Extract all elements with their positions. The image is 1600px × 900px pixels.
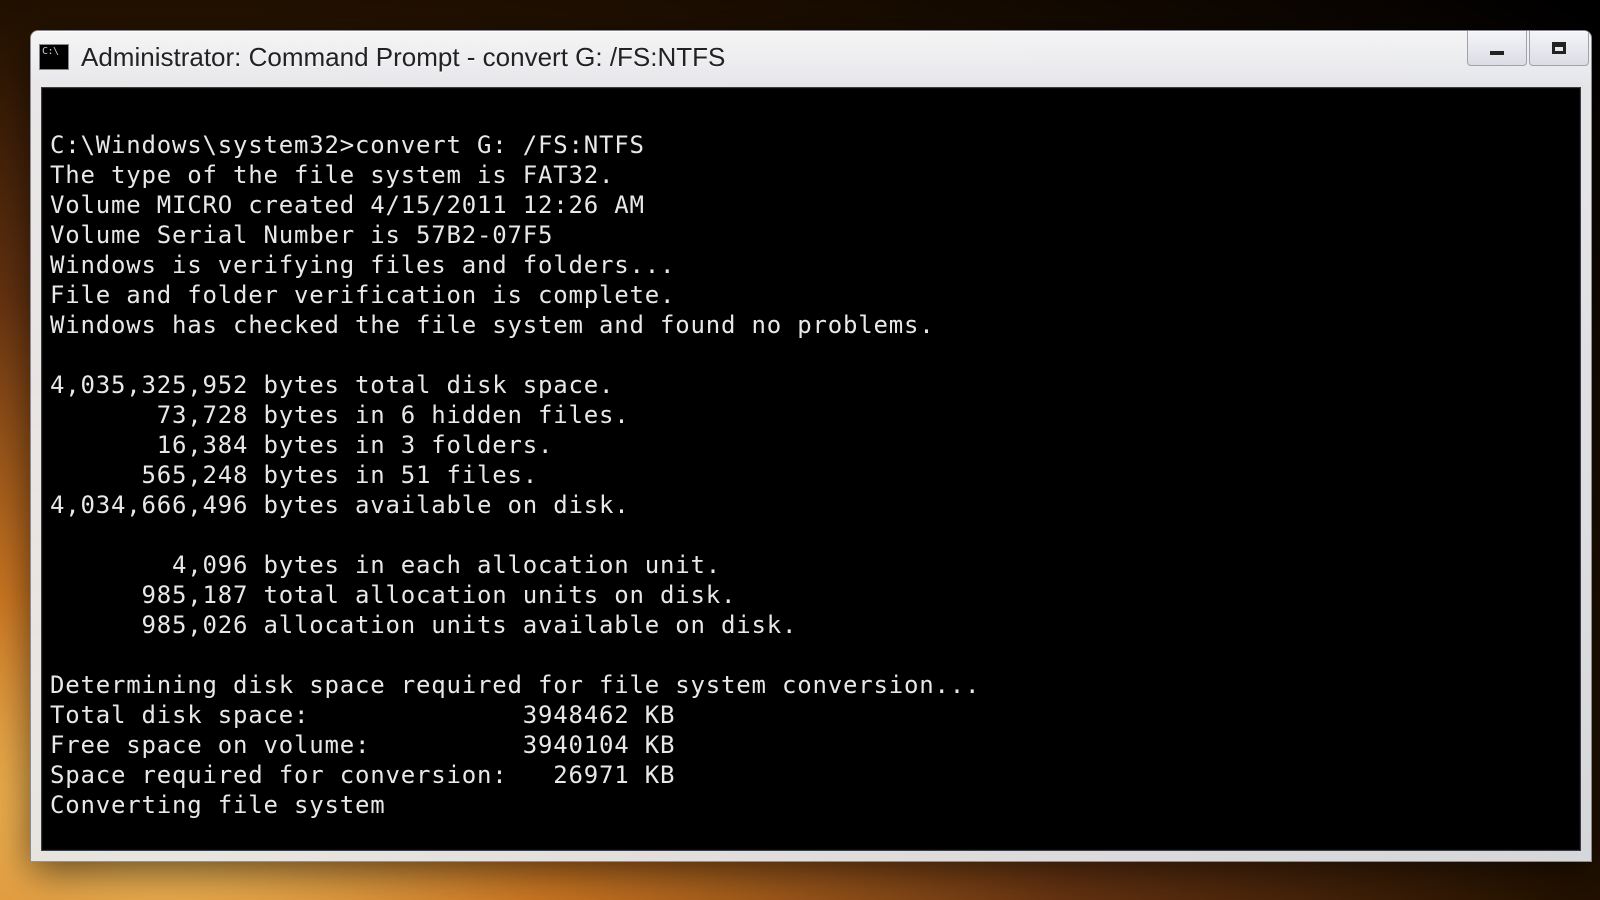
maximize-button[interactable] — [1529, 31, 1589, 66]
minimize-icon — [1490, 51, 1504, 55]
cmd-icon — [39, 44, 69, 70]
console-output: C:\Windows\system32>convert G: /FS:NTFS … — [50, 100, 1572, 820]
maximize-icon — [1552, 42, 1566, 54]
entered-command: convert G: /FS:NTFS — [355, 131, 645, 159]
window-title: Administrator: Command Prompt - convert … — [81, 42, 1583, 73]
console-area[interactable]: C:\Windows\system32>convert G: /FS:NTFS … — [41, 87, 1581, 851]
prompt-path: C:\Windows\system32> — [50, 131, 355, 159]
minimize-button[interactable] — [1467, 31, 1527, 66]
command-prompt-window: Administrator: Command Prompt - convert … — [30, 30, 1592, 862]
titlebar[interactable]: Administrator: Command Prompt - convert … — [31, 31, 1591, 83]
window-controls — [1467, 31, 1589, 66]
